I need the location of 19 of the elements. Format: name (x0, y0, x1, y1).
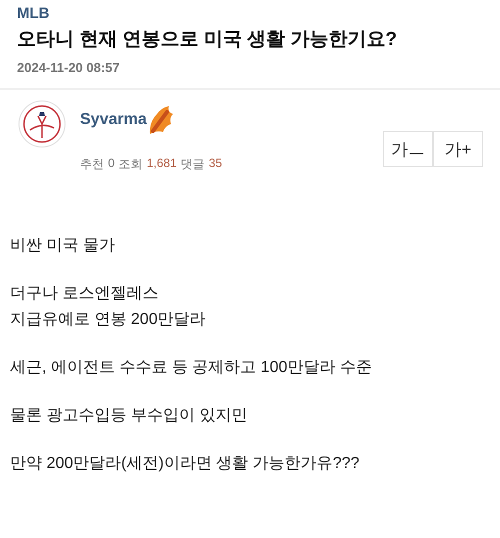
body-text: 세근, 에이전트 수수료 등 공제하고 100만달라 수준 (10, 358, 373, 378)
body-text: 만약 200만달라(세전)이라면 생활 가능한가유??? (10, 454, 360, 474)
author-name[interactable]: Syvarma (80, 111, 147, 129)
stat-value: 35 (208, 156, 222, 172)
body-text: 더구나 로스엔젤레스 (10, 284, 160, 304)
post-date: 2024-11-20 08:57 (17, 59, 121, 77)
body-text: 물론 광고수입등 부수입이 있지민 (10, 406, 248, 426)
body-text: 비싼 미국 물가 (10, 236, 116, 256)
font-size-button[interactable]: 가ㅡ (383, 131, 433, 167)
post-title: 오타니 현재 연봉으로 미국 생활 가능한기요? (17, 28, 398, 52)
stat-label: 추천 (80, 156, 104, 173)
stat-value: 1,681 (146, 156, 177, 172)
font-size-button[interactable]: 가+ (433, 131, 483, 167)
avatar-icon[interactable] (18, 100, 66, 148)
stat-label: 조회 (118, 156, 143, 173)
board-category[interactable]: MLB (17, 4, 483, 24)
body-text: 지급유예로 연봉 200만달라 (10, 310, 207, 330)
stat-label: 댓글 (180, 156, 205, 173)
stat-value: 0 (108, 156, 115, 172)
